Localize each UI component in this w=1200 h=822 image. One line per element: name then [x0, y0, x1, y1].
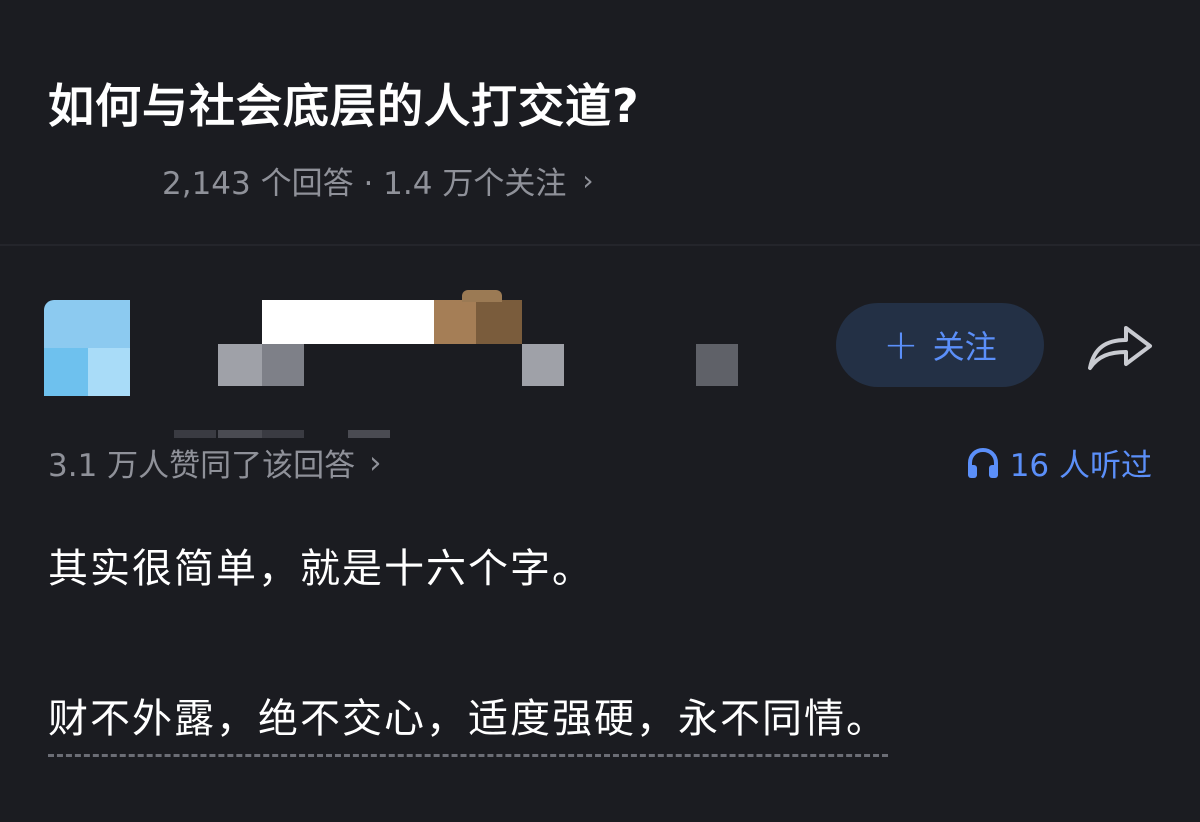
- answer-paragraph-highlighted[interactable]: 财不外露，绝不交心，适度强硬，永不同情。: [48, 686, 888, 757]
- author-row: + 关注: [0, 290, 1200, 438]
- answer-body: 其实很简单，就是十六个字。 财不外露，绝不交心，适度强硬，永不同情。: [48, 536, 1158, 757]
- listen-button[interactable]: 16 人听过: [966, 440, 1152, 485]
- vote-count: 3.1 万人赞同了该回答: [48, 448, 356, 484]
- share-arrow-icon[interactable]: [1086, 318, 1154, 374]
- question-stats: 2,143 个回答 · 1.4 万个关注: [162, 166, 567, 202]
- question-meta-link[interactable]: 2,143 个回答 · 1.4 万个关注 ›: [162, 158, 594, 203]
- chevron-right-icon: ›: [582, 164, 594, 197]
- answer-paragraph: 其实很简单，就是十六个字。: [48, 546, 594, 592]
- avatar[interactable]: [44, 300, 130, 396]
- listen-count: 16 人听过: [1009, 448, 1152, 484]
- chevron-right-icon: ›: [369, 444, 382, 481]
- vote-count-link[interactable]: 3.1 万人赞同了该回答 ›: [48, 440, 382, 485]
- follow-button[interactable]: + 关注: [836, 303, 1044, 387]
- plus-icon: +: [883, 320, 919, 369]
- question-header: 如何与社会底层的人打交道? 2,143 个回答 · 1.4 万个关注 ›: [0, 0, 1200, 246]
- question-title[interactable]: 如何与社会底层的人打交道?: [48, 70, 640, 136]
- stats-row: 3.1 万人赞同了该回答 › 16 人听过: [0, 440, 1200, 486]
- follow-label: 关注: [932, 328, 997, 366]
- headphones-icon: [967, 447, 998, 478]
